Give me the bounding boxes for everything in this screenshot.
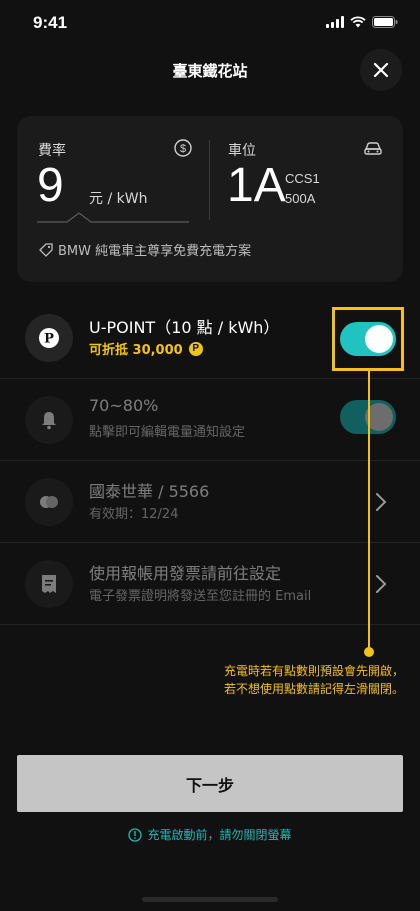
promo-banner: BMW 純電車主尊享免費充電方案 [39, 240, 251, 259]
warning-note: 充電啟動前，請勿關閉螢幕 [0, 826, 420, 843]
p-coin-icon: P [25, 314, 73, 362]
points-redeemable: 可折抵 30,000 [89, 343, 183, 358]
invoice-row[interactable]: 使用報帳用發票請前往設定 電子發票證明將發送至您註冊的 Email [0, 543, 420, 625]
bell-icon [25, 396, 73, 444]
chevron-right-icon[interactable] [375, 492, 387, 512]
point-coin-icon: P [188, 341, 203, 356]
car-icon [364, 142, 382, 155]
warning-text: 充電啟動前，請勿關閉螢幕 [147, 828, 292, 842]
callout-line [368, 371, 370, 650]
card-title: 國泰世華 / 5566 [89, 482, 210, 501]
dollar-icon: $ [174, 139, 192, 157]
power-rating: 500A [285, 191, 316, 206]
points-title: U-POINT（10 點 / kWh） [89, 318, 280, 337]
svg-text:$: $ [180, 143, 186, 155]
callout-line-1: 充電時若有點數則預設會先開啟， [223, 664, 404, 678]
chevron-right-icon[interactable] [375, 574, 387, 594]
callout-note: 充電時若有點數則預設會先開啟， 若不想使用點數請記得左滑關閉。 [224, 662, 404, 698]
home-indicator[interactable] [142, 897, 278, 902]
highlight-box [332, 307, 404, 371]
invoice-subtitle: 電子發票證明將發送至您註冊的 Email [89, 589, 312, 604]
receipt-icon [25, 560, 73, 608]
rate-trend-line [37, 212, 189, 223]
wifi-icon [350, 16, 366, 28]
svg-text:P: P [44, 332, 54, 347]
signal-icon [326, 16, 344, 28]
points-subtitle: 可折抵 30,000 P [89, 339, 203, 358]
status-bar: 9:41 [0, 0, 420, 44]
callout-line-2: 若不想使用點數請記得左滑關閉。 [223, 682, 404, 696]
rate-unit: 元 / kWh [89, 191, 148, 207]
card-divider [209, 140, 210, 220]
next-button[interactable]: 下一步 [17, 755, 403, 812]
close-button[interactable] [360, 49, 402, 91]
page-title: 臺東鐵花站 [172, 62, 248, 80]
status-icons [326, 16, 398, 28]
battery-icon [372, 16, 398, 28]
station-info-card: 費率 $ 9 元 / kWh 車位 1A CCS1 500A BMW 純電車主尊… [17, 116, 403, 282]
credit-card-icon [25, 478, 73, 526]
status-time: 9:41 [33, 13, 68, 32]
info-circle-icon [128, 827, 143, 842]
notification-title: 70~80% [89, 396, 159, 415]
tag-icon [39, 242, 53, 257]
rate-value: 9 [37, 159, 64, 212]
connector-type: CCS1 [285, 171, 320, 186]
card-expiry: 有效期：12/24 [89, 507, 179, 522]
spot-value: 1A [227, 159, 286, 212]
payment-card-row[interactable]: 國泰世華 / 5566 有效期：12/24 [0, 461, 420, 543]
close-icon [373, 62, 389, 78]
notification-subtitle: 點擊即可編輯電量通知設定 [89, 425, 246, 440]
callout-dot [364, 647, 374, 657]
invoice-title: 使用報帳用發票請前往設定 [89, 564, 282, 583]
promo-text: BMW 純電車主尊享免費充電方案 [58, 244, 252, 259]
